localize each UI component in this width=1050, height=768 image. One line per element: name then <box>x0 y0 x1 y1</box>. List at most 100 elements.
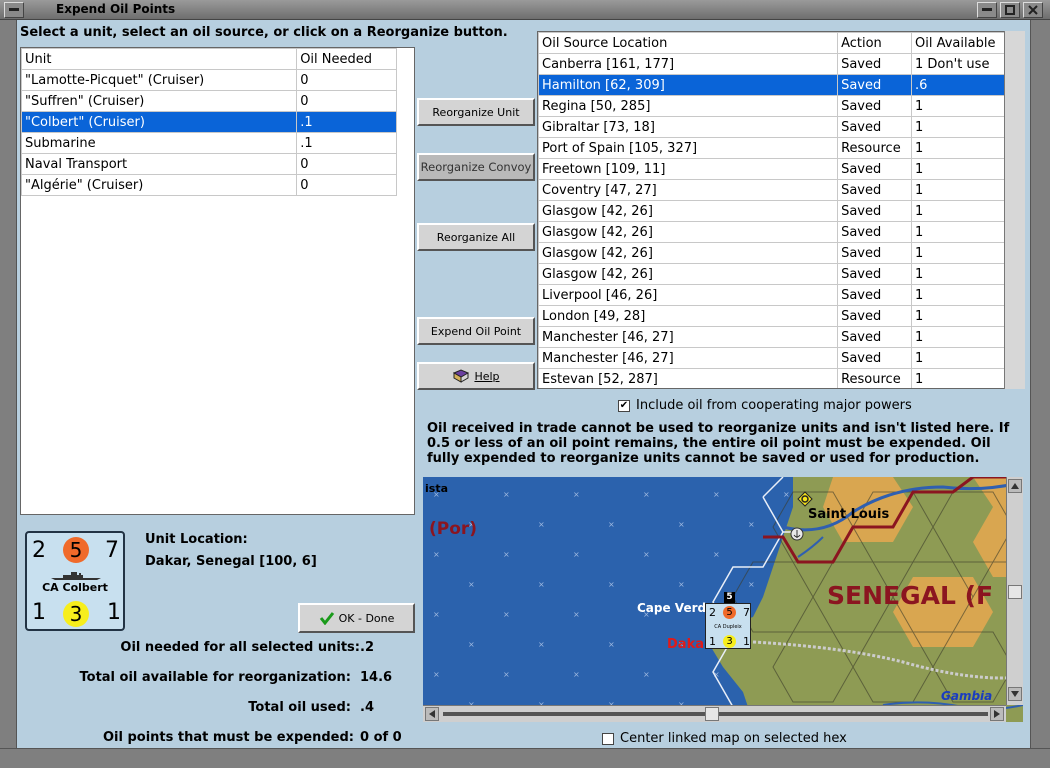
oil-row[interactable]: Gibraltar [73, 18] Saved 1 <box>538 116 1005 138</box>
reorganize-convoy-button[interactable]: Reorganize Convoy <box>417 153 535 181</box>
oil-row[interactable]: Coventry [47, 27] Saved 1 <box>538 179 1005 201</box>
unit-name: "Colbert" (Cruiser) <box>21 111 298 133</box>
window-title: Expend Oil Points <box>56 2 176 16</box>
column-header-oil-source-location[interactable]: Oil Source Location <box>538 32 839 54</box>
unit-row[interactable]: "Suffren" (Cruiser) 0 <box>21 90 397 112</box>
stat-total-oil-available-label: Total oil available for reorganization: <box>79 670 352 685</box>
stat-total-oil-used-label: Total oil used: <box>248 700 351 715</box>
column-header-oil-available[interactable]: Oil Available <box>911 32 1005 54</box>
oil-row[interactable]: London [49, 28] Saved 1 <box>538 305 1005 327</box>
counter-attack-value: 2 <box>32 538 46 563</box>
oil-row[interactable]: Estevan [52, 287] Resource 1 <box>538 368 1005 388</box>
oil-action[interactable]: Saved <box>837 116 913 138</box>
column-header-oil-needed[interactable]: Oil Needed <box>296 48 397 70</box>
map-label-portugal: (Por) <box>429 519 478 539</box>
oil-row[interactable]: Manchester [46, 27] Saved 1 <box>538 347 1005 369</box>
oil-row[interactable]: Glasgow [42, 26] Saved 1 <box>538 200 1005 222</box>
expend-oil-point-button[interactable]: Expend Oil Point <box>417 317 535 345</box>
map-scroll-up-button[interactable] <box>1008 479 1022 493</box>
help-button[interactable]: Help <box>417 362 535 390</box>
minimize-button[interactable] <box>977 2 997 18</box>
unit-row[interactable]: Naval Transport 0 <box>21 153 397 175</box>
oil-action[interactable]: Saved <box>837 200 913 222</box>
oil-row[interactable]: Port of Spain [105, 327] Resource 1 <box>538 137 1005 159</box>
oil-row[interactable]: Manchester [46, 27] Saved 1 <box>538 326 1005 348</box>
stat-total-oil-used-value: .4 <box>360 700 374 715</box>
include-cooperating-label: Include oil from cooperating major power… <box>636 398 912 413</box>
oil-action[interactable]: Saved <box>837 305 913 327</box>
include-cooperating-checkbox[interactable]: ✔ <box>618 399 630 412</box>
map-vertical-scrollbar[interactable] <box>1006 477 1023 705</box>
oil-location: Glasgow [42, 26] <box>538 221 839 243</box>
map-scroll-down-button[interactable] <box>1008 687 1022 701</box>
column-header-unit[interactable]: Unit <box>21 48 298 70</box>
center-linked-map-option[interactable]: Center linked map on selected hex <box>602 731 847 746</box>
unit-row[interactable]: "Lamotte-Picquet" (Cruiser) 0 <box>21 69 397 91</box>
unit-row-selected[interactable]: "Colbert" (Cruiser) .1 <box>21 111 397 133</box>
oil-action[interactable]: Saved <box>837 179 913 201</box>
unit-oil-needed: 0 <box>296 90 397 112</box>
oil-location: London [49, 28] <box>538 305 839 327</box>
oil-action[interactable]: Saved <box>837 263 913 285</box>
oil-available: 1 <box>911 368 1005 388</box>
oil-row[interactable]: Glasgow [42, 26] Saved 1 <box>538 242 1005 264</box>
oil-action[interactable]: Saved <box>837 221 913 243</box>
oil-action[interactable]: Saved <box>837 284 913 306</box>
reorganize-all-button[interactable]: Reorganize All <box>417 223 535 251</box>
window-frame-bottom <box>0 748 1050 768</box>
oil-table-scrollbar[interactable] <box>1004 31 1025 389</box>
unit-row[interactable]: Submarine .1 <box>21 132 397 154</box>
map-scroll-left-button[interactable] <box>425 707 439 721</box>
maximize-button[interactable] <box>1000 2 1020 18</box>
map-horizontal-scroll-thumb[interactable] <box>705 707 719 721</box>
oil-available: 1 <box>911 284 1005 306</box>
oil-source-table-panel: Oil Source Location Action Oil Available… <box>537 31 1025 389</box>
map-horizontal-scrollbar[interactable] <box>423 705 1006 722</box>
oil-action[interactable]: Saved <box>837 347 913 369</box>
center-linked-map-label: Center linked map on selected hex <box>620 731 847 746</box>
oil-location: Glasgow [42, 26] <box>538 242 839 264</box>
oil-action[interactable]: Saved <box>837 242 913 264</box>
stat-oil-needed-label: Oil needed for all selected units: <box>120 640 360 655</box>
oil-location: Glasgow [42, 26] <box>538 200 839 222</box>
unit-name: "Lamotte-Picquet" (Cruiser) <box>21 69 298 91</box>
window-menu-button[interactable] <box>4 2 24 18</box>
oil-row[interactable]: Glasgow [42, 26] Saved 1 <box>538 263 1005 285</box>
map-counter-bl: 1 <box>709 635 716 648</box>
oil-row-selected[interactable]: Hamilton [62, 309] Saved .6 <box>538 74 1005 96</box>
map-label-senegal: SENEGAL (F <box>827 581 994 610</box>
map-scroll-right-button[interactable] <box>990 707 1004 721</box>
ok-done-button[interactable]: OK - Done <box>298 603 415 633</box>
oil-action[interactable]: Saved <box>837 326 913 348</box>
reorganize-unit-button[interactable]: Reorganize Unit <box>417 98 535 126</box>
unit-row[interactable]: "Algérie" (Cruiser) 0 <box>21 174 397 196</box>
oil-action[interactable]: Saved <box>837 95 913 117</box>
oil-row[interactable]: Freetown [109, 11] Saved 1 <box>538 158 1005 180</box>
oil-action[interactable]: Saved <box>837 53 913 75</box>
oil-row[interactable]: Canberra [161, 177] Saved 1 Don't use <box>538 53 1005 75</box>
oil-available: 1 <box>911 242 1005 264</box>
linked-map[interactable]: × × <box>423 477 1023 722</box>
oil-row[interactable]: Liverpool [46, 26] Saved 1 <box>538 284 1005 306</box>
map-vertical-scroll-thumb[interactable] <box>1008 585 1022 599</box>
unit-oil-needed: .1 <box>296 111 397 133</box>
close-button[interactable] <box>1023 2 1043 18</box>
map-counter-name: CA Dupleix <box>714 624 742 630</box>
help-book-icon <box>453 369 470 383</box>
oil-action[interactable]: Resource <box>837 368 913 388</box>
oil-row[interactable]: Regina [50, 285] Saved 1 <box>538 95 1005 117</box>
include-cooperating-option[interactable]: ✔ Include oil from cooperating major pow… <box>618 398 912 413</box>
oil-location: Liverpool [46, 26] <box>538 284 839 306</box>
center-linked-map-checkbox[interactable] <box>602 732 614 745</box>
map-label-saint-louis: Saint Louis <box>808 507 890 522</box>
column-header-action[interactable]: Action <box>837 32 913 54</box>
oil-row[interactable]: Glasgow [42, 26] Saved 1 <box>538 221 1005 243</box>
title-bar[interactable]: Expend Oil Points <box>0 0 1050 20</box>
oil-source-table: Oil Source Location Action Oil Available… <box>538 32 1005 388</box>
oil-available: .6 <box>911 74 1005 96</box>
oil-action[interactable]: Saved <box>837 158 913 180</box>
oil-action[interactable]: Resource <box>837 137 913 159</box>
oil-action[interactable]: Saved <box>837 74 913 96</box>
map-unit-counter[interactable]: 2 5 7 CA Dupleix 1 3 1 <box>705 603 751 649</box>
counter-unit-name: CA Colbert <box>42 581 108 594</box>
